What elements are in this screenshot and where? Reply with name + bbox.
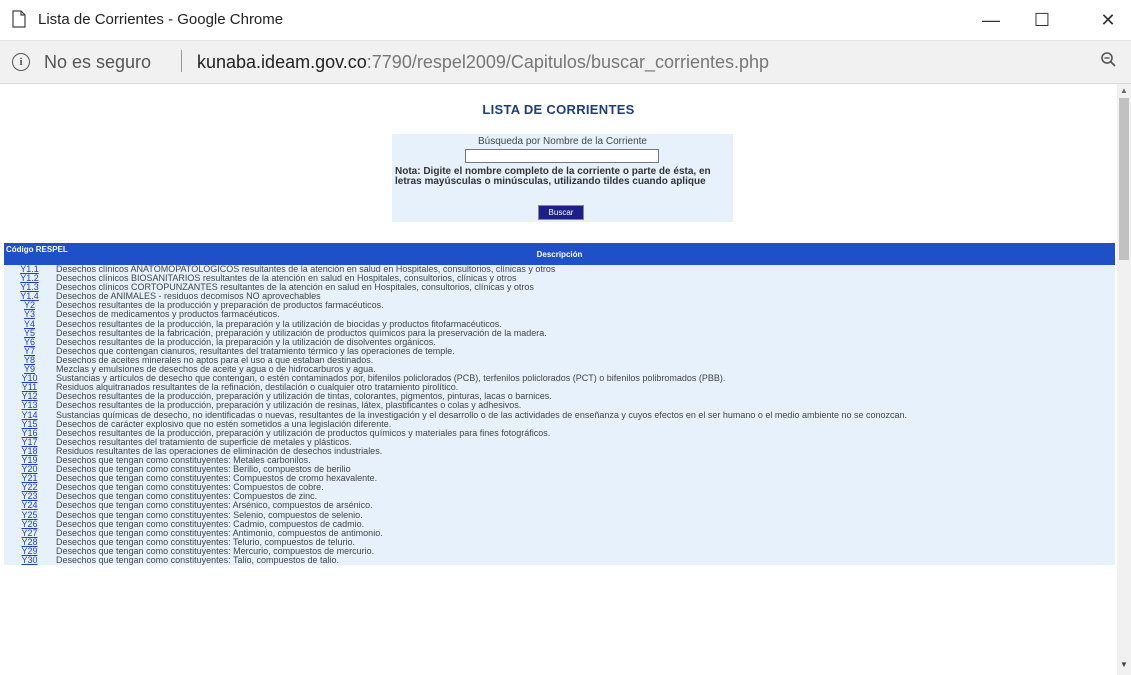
- window-title: Lista de Corrientes - Google Chrome: [38, 11, 284, 28]
- close-icon: ✕: [1100, 9, 1116, 30]
- table-header: Código RESPEL Descripción: [4, 243, 1115, 265]
- table-row: Y30 Desechos que tengan como constituyent…: [4, 555, 1115, 565]
- column-header-description: Descripción: [536, 250, 583, 259]
- divider: [181, 50, 182, 72]
- minimize-icon: —: [982, 9, 1000, 30]
- search-panel: Búsqueda por Nombre de la Corriente Nota…: [392, 134, 733, 222]
- page-title: LISTA DE CORRIENTES: [482, 102, 635, 117]
- search-note: Nota: Digite el nombre completo de la co…: [395, 166, 711, 187]
- document-icon: [12, 10, 26, 28]
- row-code-cell: Y30: [4, 555, 55, 565]
- url-domain: kunaba.ideam.gov.co: [197, 52, 367, 72]
- zoom-icon[interactable]: [1100, 51, 1118, 69]
- vertical-scrollbar[interactable]: ▲ ▼: [1117, 84, 1131, 675]
- info-icon[interactable]: i: [12, 53, 30, 71]
- table-body: Y1.1 Desechos clínicos ANATOMOPATOLOGICOS…: [4, 264, 1115, 566]
- url-path: :7790/respel2009/Capitulos/buscar_corrie…: [366, 52, 770, 72]
- scrollbar-thumb[interactable]: [1119, 98, 1129, 260]
- maximize-icon: ☐: [1033, 9, 1051, 30]
- address-bar[interactable]: i No es seguro kunaba.ideam.gov.co:7790/…: [0, 41, 1131, 84]
- search-input[interactable]: [465, 149, 659, 163]
- row-code-link[interactable]: Y30: [21, 555, 37, 565]
- window-title-bar: Lista de Corrientes - Google Chrome — ☐ …: [0, 0, 1131, 41]
- url-text[interactable]: kunaba.ideam.gov.co:7790/respel2009/Capi…: [197, 52, 769, 73]
- row-description: Desechos que tengan como constituyentes:…: [56, 555, 340, 565]
- scroll-down-arrow-icon[interactable]: ▼: [1120, 660, 1128, 669]
- maximize-button[interactable]: ☐: [1019, 0, 1065, 40]
- scroll-up-arrow-icon[interactable]: ▲: [1120, 86, 1128, 95]
- security-label[interactable]: No es seguro: [44, 52, 151, 73]
- close-button[interactable]: ✕: [1085, 0, 1131, 40]
- minimize-button[interactable]: —: [968, 0, 1014, 40]
- search-button[interactable]: Buscar: [538, 205, 584, 220]
- page-content: LISTA DE CORRIENTES Búsqueda por Nombre …: [0, 84, 1117, 675]
- search-label: Búsqueda por Nombre de la Corriente: [478, 136, 647, 147]
